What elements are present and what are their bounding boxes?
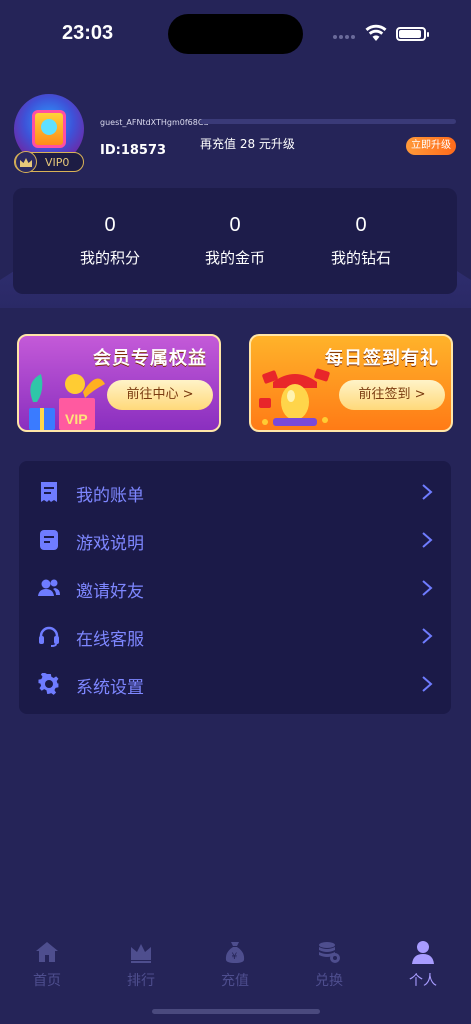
headset-icon <box>39 626 59 647</box>
gear-icon <box>38 673 59 695</box>
person-icon <box>412 941 434 964</box>
chevron-right-icon <box>422 532 433 548</box>
vip-level: VIP0 <box>45 156 70 169</box>
menu-label: 游戏说明 <box>76 534 144 554</box>
stat-points[interactable]: 0 我的积分 <box>55 214 165 268</box>
chevron-right-icon <box>422 676 433 692</box>
profile-header: VIP0 guest_AFNtdXTHgm0f68Cd ID:18573 再充值… <box>0 90 471 175</box>
upgrade-button[interactable]: 立即升级 <box>406 137 456 155</box>
tab-home[interactable]: 首页 <box>17 936 77 990</box>
money-bag-icon: ¥ <box>225 942 245 963</box>
crown-icon <box>131 944 151 963</box>
stats-card: 0 我的积分 0 我的金币 0 我的钻石 <box>13 188 457 294</box>
menu-item-bills[interactable]: 我的账单 <box>19 469 451 517</box>
menu-label: 我的账单 <box>76 486 144 506</box>
document-icon <box>40 530 58 550</box>
tab-exchange[interactable]: 兑换 <box>299 936 359 990</box>
chevron-right-icon <box>422 484 433 500</box>
home-icon <box>36 942 58 962</box>
receipt-icon <box>41 482 57 502</box>
menu-label: 系统设置 <box>76 678 144 698</box>
menu-label: 在线客服 <box>76 630 144 650</box>
bottom-tab-bar: 首页 排行 ¥ 充值 兑换 个人 <box>0 936 471 996</box>
svg-text:¥: ¥ <box>232 952 238 962</box>
daily-checkin-card[interactable]: 每日签到有礼 前往签到 > <box>249 334 453 432</box>
golden-egg-illustration <box>259 368 330 426</box>
coins-icon <box>319 942 340 963</box>
menu-item-game-instructions[interactable]: 游戏说明 <box>19 517 451 565</box>
tab-label: 兑换 <box>315 973 343 989</box>
upgrade-progress-bar <box>200 119 456 124</box>
gift-illustration: VIP <box>29 374 105 430</box>
vip-badge: VIP0 <box>14 151 84 173</box>
go-member-center-button[interactable]: 前往中心 > <box>107 380 213 410</box>
menu-label: 邀请好友 <box>76 582 144 602</box>
home-indicator <box>152 1009 320 1014</box>
status-bar: 23:03 <box>0 0 471 60</box>
menu-list: 我的账单 游戏说明 邀请好友 在线客服 系统设置 <box>19 461 451 714</box>
chevron-right-icon <box>422 628 433 644</box>
promo-title: 每日签到有礼 <box>325 348 439 369</box>
dynamic-island <box>168 14 303 54</box>
stat-value: 0 <box>104 214 116 236</box>
tab-label: 首页 <box>33 973 61 989</box>
stat-label: 我的金币 <box>204 249 265 267</box>
chevron-right-icon <box>422 580 433 596</box>
go-checkin-button[interactable]: 前往签到 > <box>339 380 445 410</box>
upgrade-hint: 再充值 28 元升级 <box>200 137 295 151</box>
stat-value: 0 <box>355 214 367 236</box>
status-time: 23:03 <box>62 22 114 44</box>
stat-diamonds[interactable]: 0 我的钻石 <box>306 214 416 268</box>
promo-title: 会员专属权益 <box>93 348 207 369</box>
svg-text:VIP: VIP <box>65 411 88 427</box>
menu-item-settings[interactable]: 系统设置 <box>19 661 451 709</box>
stat-label: 我的钻石 <box>330 249 391 267</box>
stat-label: 我的积分 <box>79 249 140 267</box>
users-icon <box>38 579 60 596</box>
crown-icon <box>15 151 37 173</box>
menu-item-invite-friends[interactable]: 邀请好友 <box>19 565 451 613</box>
username: guest_AFNtdXTHgm0f68Cd <box>100 118 209 127</box>
tab-recharge[interactable]: ¥ 充值 <box>205 936 265 990</box>
member-benefits-card[interactable]: VIP 会员专属权益 前往中心 > <box>17 334 221 432</box>
cellular-signal-icon <box>333 35 355 39</box>
tab-label: 充值 <box>221 973 249 989</box>
tab-label: 排行 <box>127 973 155 989</box>
tab-profile[interactable]: 个人 <box>393 936 453 990</box>
battery-icon <box>396 27 429 41</box>
menu-item-customer-service[interactable]: 在线客服 <box>19 613 451 661</box>
stat-gold[interactable]: 0 我的金币 <box>180 214 290 268</box>
stat-value: 0 <box>229 214 241 236</box>
user-id: ID:18573 <box>100 143 167 158</box>
tab-label: 个人 <box>409 973 437 989</box>
tab-ranking[interactable]: 排行 <box>111 936 171 990</box>
wifi-icon <box>365 24 387 41</box>
